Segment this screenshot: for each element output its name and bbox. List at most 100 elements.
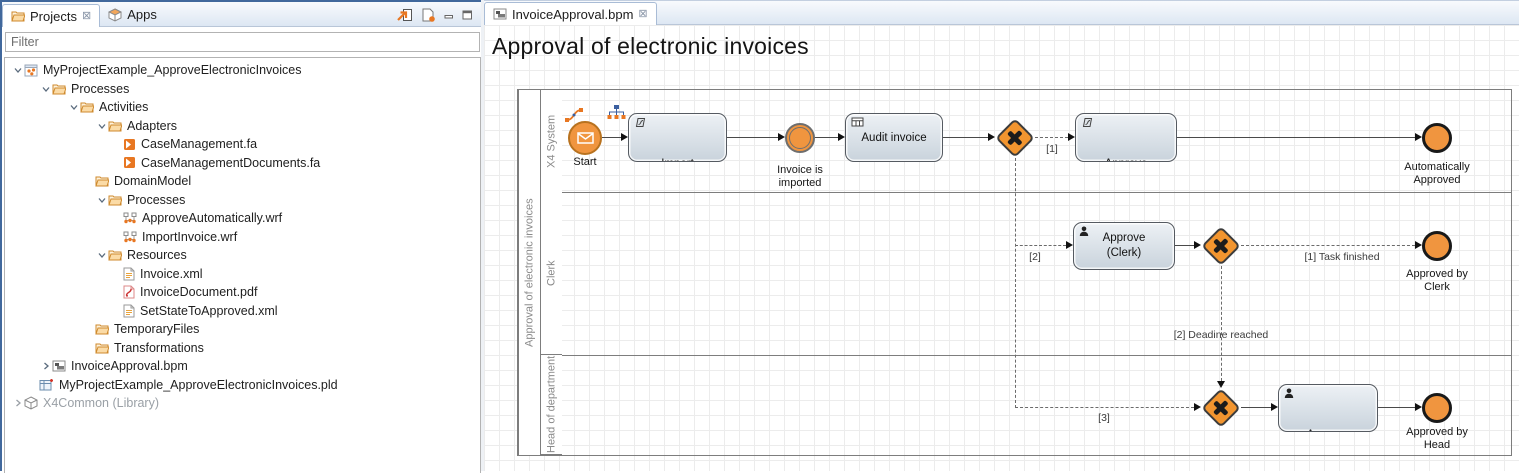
tree-item-label: DomainModel <box>114 174 191 188</box>
view-menu-icon[interactable] <box>421 8 436 22</box>
tree-item-label: Adapters <box>127 119 177 133</box>
end-event-label: Approved by Clerk <box>1392 268 1482 294</box>
close-icon[interactable]: ⊠ <box>82 11 91 22</box>
flow-line[interactable] <box>602 137 622 138</box>
tab-projects-label: Projects <box>30 9 77 24</box>
arrowhead <box>1415 133 1422 141</box>
lane-label-clerk[interactable]: Clerk <box>540 192 562 355</box>
maximize-icon[interactable] <box>462 10 473 20</box>
tab-projects[interactable]: Projects ⊠ <box>2 4 100 27</box>
tree-item-x4common[interactable]: X4Common (Library) <box>5 394 480 413</box>
task-approve-clerk[interactable]: Approve (Clerk) <box>1073 222 1175 270</box>
org-chart-icon[interactable] <box>606 104 626 121</box>
minimize-icon[interactable] <box>444 10 454 20</box>
tree-item-activities[interactable]: Activities <box>5 98 480 117</box>
task-approve-head[interactable]: Approve (Head of department) <box>1278 384 1378 432</box>
xml-file-icon <box>123 267 135 281</box>
tree-item-casemanagement-fa[interactable]: CaseManagement.fa <box>5 135 480 154</box>
close-icon[interactable]: ⊠ <box>638 9 647 20</box>
flow-line[interactable] <box>815 137 838 138</box>
tree-item-invoiceapproval-bpm[interactable]: InvoiceApproval.bpm <box>5 357 480 376</box>
flow-line-dashed[interactable] <box>1015 245 1066 246</box>
diagram-canvas[interactable]: Approval of electronic invoices Approval… <box>484 25 1519 471</box>
expander-open-icon[interactable] <box>11 66 24 74</box>
task-import-invoice[interactable]: Import electronic invoice <box>628 113 727 162</box>
tab-apps-label: Apps <box>127 7 157 22</box>
flow-line-dashed[interactable] <box>1221 266 1222 381</box>
edge-label-2: [2] <box>1020 251 1050 263</box>
tree-item-label: MyProjectExample_ApproveElectronicInvoic… <box>59 378 338 392</box>
package-tab-icon <box>108 8 122 22</box>
tree-item-label: Processes <box>71 82 129 96</box>
tree-item-processes-sub[interactable]: Processes <box>5 191 480 210</box>
task-approve-automatically[interactable]: Approve (automatical ly) <box>1075 113 1177 162</box>
business-rule-icon <box>851 117 864 127</box>
tree-item-importinvoice-wrf[interactable]: ImportInvoice.wrf <box>5 228 480 247</box>
edge-label-deadline-reached: [2] Deadine reached <box>1151 329 1291 341</box>
tab-apps[interactable]: Apps <box>100 3 165 26</box>
tree-item-temporaryfiles[interactable]: TemporaryFiles <box>5 320 480 339</box>
start-event-label: Start <box>555 156 615 169</box>
tree-item-resources[interactable]: Resources <box>5 246 480 265</box>
tree-item-adapters[interactable]: Adapters <box>5 117 480 136</box>
end-event-approved-by-clerk[interactable] <box>1422 231 1452 261</box>
expander-open-icon[interactable] <box>39 85 52 93</box>
expander-collapsed-icon[interactable] <box>11 399 24 407</box>
flow-line[interactable] <box>1241 407 1271 408</box>
expander-open-icon[interactable] <box>67 103 80 111</box>
arrowhead <box>838 133 845 141</box>
start-event[interactable] <box>568 121 602 155</box>
edge-label-task-finished: [1] Task finished <box>1272 251 1412 263</box>
tree-item-label: Processes <box>127 193 185 207</box>
lane-label-head-of-department[interactable]: Head of department <box>540 355 562 455</box>
flow-line[interactable] <box>727 137 779 138</box>
tree-item-domainmodel[interactable]: DomainModel <box>5 172 480 191</box>
flow-line-dashed[interactable] <box>1035 137 1068 138</box>
tree-item-invoicedocument-pdf[interactable]: InvoiceDocument.pdf <box>5 283 480 302</box>
project-icon <box>24 63 38 77</box>
flow-line[interactable] <box>1378 407 1415 408</box>
end-event-automatically-approved[interactable] <box>1422 123 1452 153</box>
folder-icon <box>108 194 122 206</box>
user-icon <box>1079 226 1089 236</box>
end-event-approved-by-head[interactable] <box>1422 393 1452 423</box>
flow-line-dashed[interactable] <box>1015 158 1016 408</box>
pool-label[interactable]: Approval of electronic invoices <box>518 90 540 455</box>
flow-line[interactable] <box>943 137 988 138</box>
tree-item-transformations[interactable]: Transformations <box>5 339 480 358</box>
flow-line-dashed[interactable] <box>1241 245 1415 246</box>
expander-open-icon[interactable] <box>95 122 108 130</box>
arrowhead <box>1068 133 1075 141</box>
folder-icon <box>108 249 122 261</box>
projects-view: Projects ⊠ Apps MyProjectExample_Approve… <box>0 0 481 471</box>
flow-line[interactable] <box>1175 245 1194 246</box>
tab-invoiceapproval-bpm[interactable]: InvoiceApproval.bpm ⊠ <box>484 2 657 25</box>
arrowhead <box>1415 241 1422 249</box>
flow-line[interactable] <box>1177 137 1415 138</box>
link-with-editor-icon[interactable] <box>397 8 413 22</box>
tree-item-approveautomatically-wrf[interactable]: ApproveAutomatically.wrf <box>5 209 480 228</box>
expander-open-icon[interactable] <box>95 251 108 259</box>
tree-item-invoice-xml[interactable]: Invoice.xml <box>5 265 480 284</box>
tree-item-casemanagementdocuments-fa[interactable]: CaseManagementDocuments.fa <box>5 154 480 173</box>
message-envelope-icon <box>577 132 594 144</box>
expander-collapsed-icon[interactable] <box>39 362 52 370</box>
filter-input[interactable] <box>5 32 480 52</box>
tree-item-label: InvoiceApproval.bpm <box>71 359 188 373</box>
inner-ring <box>789 127 811 149</box>
tree-item-project[interactable]: MyProjectExample_ApproveElectronicInvoic… <box>5 61 480 80</box>
lane-label-x4-system[interactable]: X4 System <box>540 90 562 192</box>
tree-item-project-pld[interactable]: MyProjectExample_ApproveElectronicInvoic… <box>5 376 480 395</box>
intermediate-event-invoice-imported[interactable] <box>785 123 815 153</box>
task-audit-invoice[interactable]: Audit invoice <box>845 113 943 162</box>
folder-icon <box>52 83 66 95</box>
view-toolbar <box>397 8 481 26</box>
tree-item-setstatetoapproved-xml[interactable]: SetStateToApproved.xml <box>5 302 480 321</box>
end-event-label: Approved by Head <box>1392 426 1482 452</box>
bpm-editor: InvoiceApproval.bpm ⊠ Approval of electr… <box>484 0 1519 471</box>
expander-open-icon[interactable] <box>95 196 108 204</box>
end-event-label: Automatically Approved <box>1392 161 1482 187</box>
bpm-file-icon <box>52 360 66 372</box>
tree-item-processes[interactable]: Processes <box>5 80 480 99</box>
flow-line-dashed[interactable] <box>1015 407 1194 408</box>
